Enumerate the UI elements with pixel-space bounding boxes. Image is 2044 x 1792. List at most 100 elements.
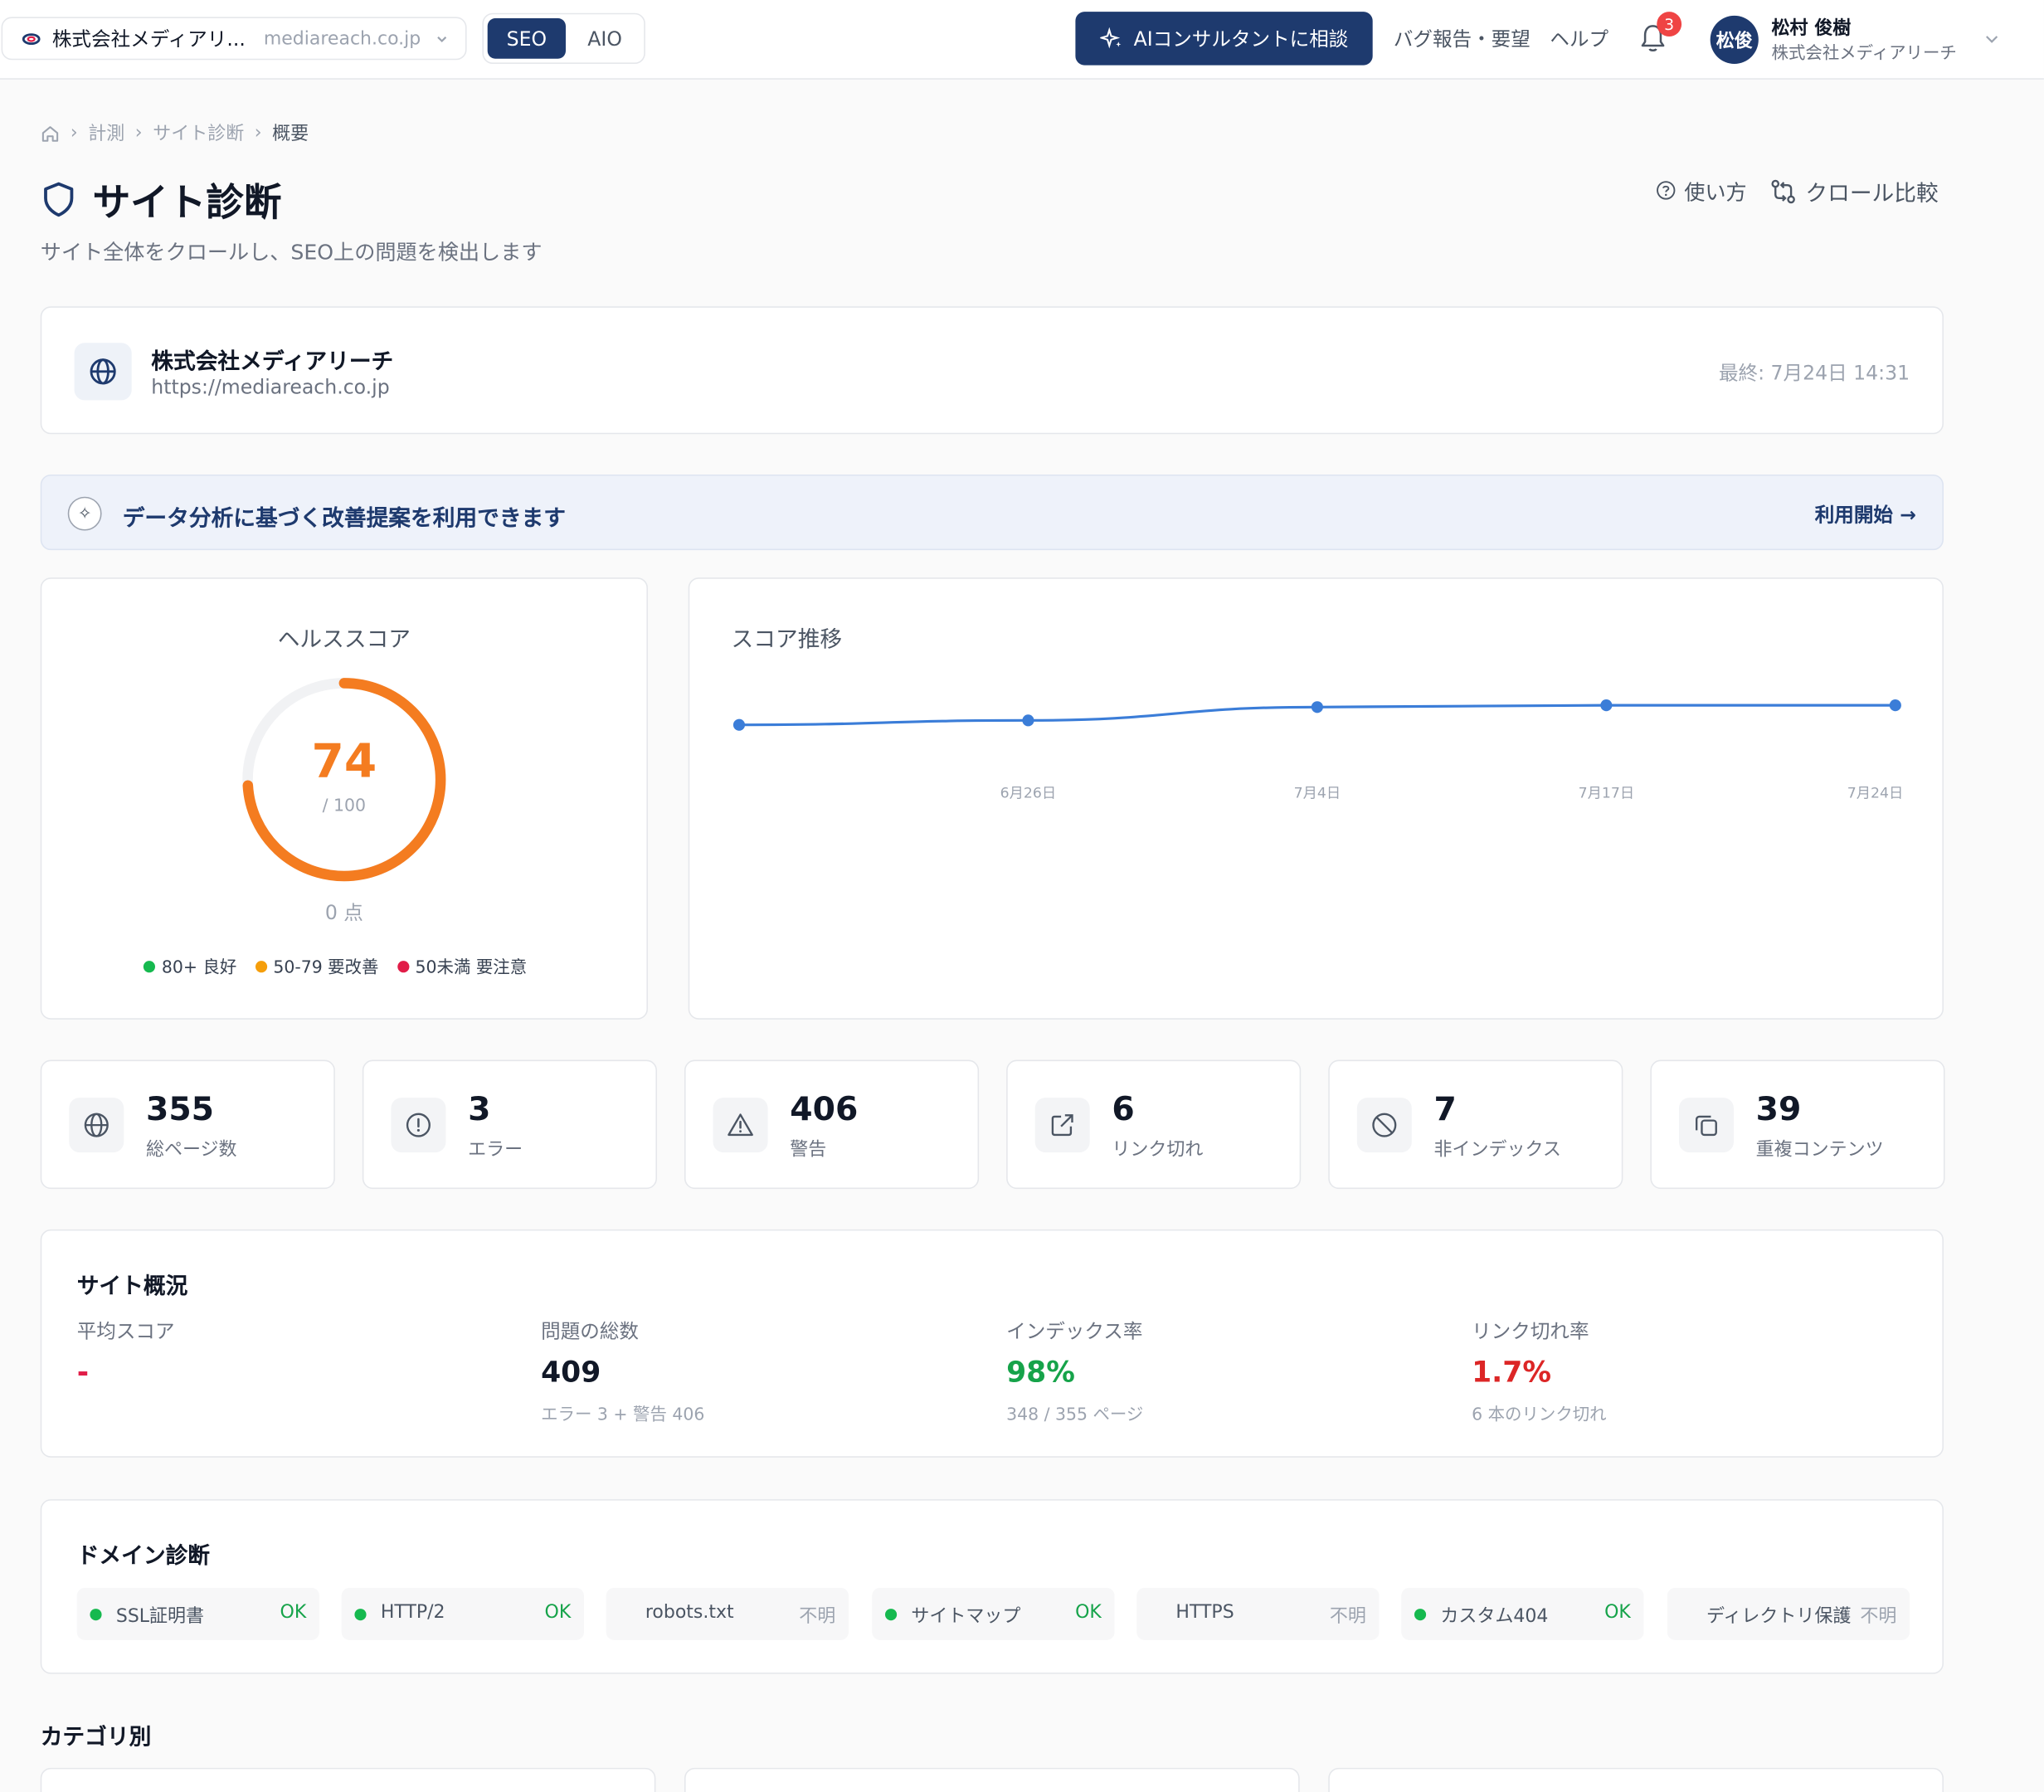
crawl-compare-label: クロール比較 <box>1805 181 1939 207</box>
stat-card-broken-links[interactable]: 6 リンク切れ <box>1006 1059 1302 1190</box>
chevron-down-icon <box>437 36 447 42</box>
domain-check-custom404[interactable]: カスタム404 OK <box>1401 1587 1644 1640</box>
stat-value: 6 <box>1112 1089 1135 1128</box>
site-switcher-name: 株式会社メディアリ... <box>51 27 246 51</box>
domain-check-https[interactable]: HTTPS 不明 <box>1136 1587 1380 1640</box>
category-card[interactable] <box>684 1767 1300 1792</box>
warning-triangle-icon <box>728 1113 753 1137</box>
help-link[interactable]: ヘルプ <box>1550 25 1608 52</box>
domain-check-status: OK <box>1604 1602 1631 1624</box>
overview-label: 問題の総数 <box>541 1319 640 1343</box>
trend-point[interactable] <box>1311 701 1323 713</box>
mode-tabs: SEO AIO <box>482 12 645 64</box>
x-tick-label: 7月17日 <box>1579 786 1635 802</box>
overview-sub: 6 本のリンク切れ <box>1472 1405 1607 1425</box>
ai-consultant-label: AIコンサルタントに相談 <box>1133 27 1349 51</box>
overview-label: リンク切れ率 <box>1472 1319 1589 1343</box>
help-circle-icon <box>1657 181 1676 200</box>
overview-value: 98% <box>1006 1356 1075 1390</box>
stat-card-duplicate-content[interactable]: 39 重複コンテンツ <box>1650 1059 1945 1190</box>
domain-check-name: HTTP/2 <box>380 1602 445 1624</box>
domain-check-status: OK <box>544 1602 572 1624</box>
chevron-right-icon: › <box>134 122 143 144</box>
domain-check-directory-protection[interactable]: ディレクトリ保護 不明 <box>1667 1587 1910 1640</box>
stat-label: 非インデックス <box>1433 1139 1561 1161</box>
chevron-down-icon[interactable] <box>1983 30 2001 48</box>
overview-label: インデックス率 <box>1006 1319 1143 1343</box>
chevron-right-icon: › <box>70 122 78 144</box>
trend-point[interactable] <box>1022 714 1034 727</box>
site-switcher[interactable]: 株式会社メディアリ... mediareach.co.jp <box>1 17 467 61</box>
health-score-points: 0 点 <box>324 900 363 925</box>
tab-seo[interactable]: SEO <box>487 17 566 59</box>
domain-check-http2[interactable]: HTTP/2 OK <box>341 1587 584 1640</box>
overview-value: 1.7% <box>1472 1356 1551 1390</box>
site-url[interactable]: https://mediareach.co.jp <box>151 376 389 399</box>
domain-check-ssl[interactable]: SSL証明書 OK <box>76 1587 319 1640</box>
how-to-button[interactable]: 使い方 <box>1656 175 1747 207</box>
trend-point[interactable] <box>1600 699 1613 712</box>
stat-card-total-pages[interactable]: 355 総ページ数 <box>40 1059 335 1190</box>
stat-card-non-indexed[interactable]: 7 非インデックス <box>1328 1059 1623 1190</box>
overview-sub: エラー 3 + 警告 406 <box>541 1405 705 1425</box>
bug-report-link[interactable]: バグ報告・要望 <box>1394 25 1531 52</box>
site-card: 株式会社メディアリーチ https://mediareach.co.jp 最終:… <box>40 306 1944 435</box>
sparkle-icon <box>1099 27 1121 48</box>
stat-value: 406 <box>790 1089 859 1128</box>
breadcrumb-current: 概要 <box>272 124 309 145</box>
overview-label: 平均スコア <box>76 1319 175 1343</box>
home-icon[interactable] <box>41 123 61 143</box>
domain-check-status: 不明 <box>1860 1605 1897 1628</box>
domain-check-name: robots.txt <box>645 1602 734 1624</box>
ban-icon <box>1372 1113 1397 1137</box>
shield-icon <box>44 182 74 217</box>
category-card[interactable] <box>40 1767 656 1792</box>
domain-check-name: カスタム404 <box>1440 1605 1549 1628</box>
category-section-title: カテゴリ別 <box>40 1724 152 1751</box>
overview-sub: 348 / 355 ページ <box>1006 1405 1144 1425</box>
chevron-right-icon: › <box>254 122 262 144</box>
stat-value: 7 <box>1433 1089 1457 1128</box>
trend-point[interactable] <box>732 718 746 731</box>
how-to-label: 使い方 <box>1684 179 1747 205</box>
crawl-compare-button[interactable]: クロール比較 <box>1769 175 1939 207</box>
health-legend: 80+ 良好 50-79 要改善 50未満 要注意 <box>143 953 527 978</box>
breadcrumb: › 計測 › サイト診断 › 概要 <box>41 120 309 146</box>
notification-badge: 3 <box>1657 12 1682 37</box>
stat-value: 39 <box>1755 1089 1802 1128</box>
overview-index-rate: インデックス率 98% 348 / 355 ページ <box>1006 1317 1143 1424</box>
x-tick-label: 7月4日 <box>1294 786 1341 802</box>
domain-diagnostics-card: ドメイン診断 SSL証明書 OK HTTP/2 OK robots.txt 不明… <box>40 1499 1944 1674</box>
health-score-max: / 100 <box>322 796 367 816</box>
status-dot <box>90 1609 102 1621</box>
stat-label: リンク切れ <box>1112 1139 1204 1161</box>
domain-check-robots[interactable]: robots.txt 不明 <box>606 1587 849 1640</box>
overview-broken-link-rate: リンク切れ率 1.7% 6 本のリンク切れ <box>1472 1317 1606 1424</box>
site-switcher-domain: mediareach.co.jp <box>263 27 421 49</box>
stat-value: 3 <box>468 1089 491 1128</box>
stat-card-errors[interactable]: 3 エラー <box>362 1059 657 1190</box>
breadcrumb-item[interactable]: 計測 <box>88 120 124 146</box>
trend-point[interactable] <box>1889 699 1901 712</box>
category-card[interactable] <box>1328 1767 1944 1792</box>
stat-icon-box <box>1356 1098 1412 1153</box>
title-row: サイト診断 <box>41 172 281 226</box>
globe-icon <box>84 1113 109 1137</box>
domain-check-status: OK <box>280 1602 307 1624</box>
x-tick-label: 7月24日 <box>1847 786 1904 802</box>
legend-good: 80+ 良好 <box>143 953 236 978</box>
legend-improve: 50-79 要改善 <box>255 953 378 978</box>
overview-avg-score: 平均スコア - <box>77 1317 175 1400</box>
avatar[interactable]: 松俊 <box>1710 15 1759 64</box>
ai-consultant-button[interactable]: AIコンサルタントに相談 <box>1075 12 1373 66</box>
stat-card-warnings[interactable]: 406 警告 <box>684 1059 980 1190</box>
domain-check-name: サイトマップ <box>911 1605 1021 1628</box>
domain-check-sitemap[interactable]: サイトマップ OK <box>872 1587 1115 1640</box>
breadcrumb-item[interactable]: サイト診断 <box>153 120 244 146</box>
tab-aio[interactable]: AIO <box>571 18 639 59</box>
alert-circle-icon <box>406 1113 431 1137</box>
banner-start-button[interactable]: 利用開始 → <box>1815 500 1916 528</box>
health-score-title: ヘルススコア <box>277 626 411 654</box>
site-name: 株式会社メディアリーチ <box>151 349 394 376</box>
user-name: 松村 俊樹 <box>1771 17 1852 40</box>
